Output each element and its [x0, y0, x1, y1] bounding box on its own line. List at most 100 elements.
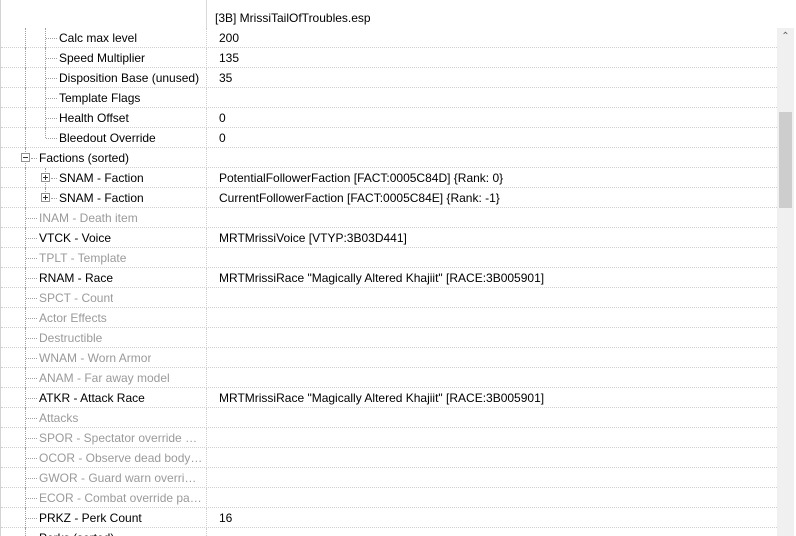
- table-row[interactable]: Template Flags: [1, 88, 777, 108]
- table-row[interactable]: SNAM - Faction PotentialFollowerFaction […: [1, 168, 777, 188]
- field-name-label: SNAM - Faction: [59, 171, 144, 185]
- field-value[interactable]: PotentialFollowerFaction [FACT:0005C84D]…: [219, 168, 503, 188]
- tree-guide-line: [25, 528, 26, 536]
- tree-guide-line: [26, 398, 37, 399]
- tree-guide-line: [26, 478, 37, 479]
- tree-guide-line: [26, 278, 37, 279]
- field-name-cell: INAM - Death item: [1, 208, 207, 228]
- table-row[interactable]: Disposition Base (unused) 35: [1, 68, 777, 88]
- table-row[interactable]: RNAM - Race MRTMrissiRace "Magically Alte…: [1, 268, 777, 288]
- table-row[interactable]: ECOR - Combat override pac...: [1, 488, 777, 508]
- expand-plus-icon[interactable]: [41, 193, 50, 202]
- field-name-label: OCOR - Observe dead body ...: [39, 451, 203, 465]
- table-row[interactable]: SNAM - Faction CurrentFollowerFaction [FA…: [1, 188, 777, 208]
- field-name-cell: Health Offset: [1, 108, 207, 128]
- field-value[interactable]: 200: [219, 28, 239, 48]
- field-name-cell: Attacks: [1, 408, 207, 428]
- field-name-cell: TPLT - Template: [1, 248, 207, 268]
- field-name-cell: WNAM - Worn Armor: [1, 348, 207, 368]
- field-name-cell: SNAM - Faction: [1, 188, 207, 208]
- tree-guide-line: [31, 158, 37, 159]
- field-name-cell: Actor Effects: [1, 308, 207, 328]
- field-name-cell: Factions (sorted): [1, 148, 207, 168]
- table-row[interactable]: Actor Effects: [1, 308, 777, 328]
- field-name-cell: Template Flags: [1, 88, 207, 108]
- tree-guide-line: [46, 138, 57, 139]
- table-row[interactable]: OCOR - Observe dead body ...: [1, 448, 777, 468]
- table-row[interactable]: Bleedout Override 0: [1, 128, 777, 148]
- tree-guide-line: [51, 178, 57, 179]
- field-value[interactable]: 0: [219, 108, 226, 128]
- table-row[interactable]: Perks (sorted): [1, 528, 777, 536]
- tree-guide-line: [26, 298, 37, 299]
- field-name-label: PRKZ - Perk Count: [39, 511, 142, 525]
- field-name-cell: PRKZ - Perk Count: [1, 508, 207, 528]
- plugin-column-title[interactable]: [3B] MrissiTailOfTroubles.esp: [215, 11, 371, 25]
- table-row[interactable]: INAM - Death item: [1, 208, 777, 228]
- table-row[interactable]: Speed Multiplier 135: [1, 48, 777, 68]
- table-row[interactable]: Health Offset 0: [1, 108, 777, 128]
- tree-guide-line: [26, 438, 37, 439]
- tree-guide-line: [46, 98, 57, 99]
- field-name-label: Destructible: [39, 331, 103, 345]
- field-name-cell: ANAM - Far away model: [1, 368, 207, 388]
- record-tree: Calc max level 200 Speed Multiplier 135 Disp…: [1, 28, 777, 536]
- field-name-label: SPOR - Spectator override pa...: [39, 431, 203, 445]
- field-name-label: ANAM - Far away model: [39, 371, 170, 385]
- scroll-up-arrow-icon[interactable]: ⌃: [777, 28, 794, 45]
- collapse-minus-icon[interactable]: [21, 153, 30, 162]
- table-row[interactable]: WNAM - Worn Armor: [1, 348, 777, 368]
- tree-guide-line: [25, 128, 26, 148]
- tree-guide-line: [51, 198, 57, 199]
- tree-guide-line: [25, 28, 26, 48]
- field-value[interactable]: MRTMrissiRace "Magically Altered Khajiit…: [219, 268, 544, 288]
- table-row[interactable]: GWOR - Guard warn override...: [1, 468, 777, 488]
- field-name-label: ATKR - Attack Race: [39, 391, 145, 405]
- tree-guide-line: [25, 68, 26, 88]
- tree-guide-line: [46, 58, 57, 59]
- field-name-cell: Disposition Base (unused): [1, 68, 207, 88]
- field-name-label: Speed Multiplier: [59, 51, 146, 65]
- field-value[interactable]: MRTMrissiRace "Magically Altered Khajiit…: [219, 388, 544, 408]
- field-name-label: INAM - Death item: [39, 211, 138, 225]
- vertical-scrollbar[interactable]: ⌃: [777, 28, 794, 536]
- table-row[interactable]: Destructible: [1, 328, 777, 348]
- tree-guide-line: [46, 118, 57, 119]
- scroll-thumb[interactable]: [779, 112, 792, 208]
- table-row[interactable]: ANAM - Far away model: [1, 368, 777, 388]
- field-name-label: WNAM - Worn Armor: [39, 351, 152, 365]
- field-value[interactable]: 35: [219, 68, 232, 88]
- table-row[interactable]: SPOR - Spectator override pa...: [1, 428, 777, 448]
- field-name-cell: ECOR - Combat override pac...: [1, 488, 207, 508]
- field-name-label: RNAM - Race: [39, 271, 114, 285]
- field-value[interactable]: 0: [219, 128, 226, 148]
- field-name-label: Perks (sorted): [39, 528, 114, 536]
- table-row[interactable]: ATKR - Attack Race MRTMrissiRace "Magical…: [1, 388, 777, 408]
- table-row[interactable]: TPLT - Template: [1, 248, 777, 268]
- table-row[interactable]: VTCK - Voice MRTMrissiVoice [VTYP:3B03D44…: [1, 228, 777, 248]
- field-name-cell: SPOR - Spectator override pa...: [1, 428, 207, 448]
- field-name-cell: SNAM - Faction: [1, 168, 207, 188]
- expand-plus-icon[interactable]: [41, 173, 50, 182]
- column-header: [3B] MrissiTailOfTroubles.esp: [1, 0, 777, 28]
- table-row[interactable]: SPCT - Count: [1, 288, 777, 308]
- field-value[interactable]: MRTMrissiVoice [VTYP:3B03D441]: [219, 228, 407, 248]
- field-name-label: GWOR - Guard warn override...: [39, 471, 203, 485]
- field-value[interactable]: CurrentFollowerFaction [FACT:0005C84E] {…: [219, 188, 500, 208]
- tree-guide-line: [26, 238, 37, 239]
- field-value[interactable]: 135: [219, 48, 239, 68]
- table-row[interactable]: Attacks: [1, 408, 777, 428]
- tree-guide-line: [26, 458, 37, 459]
- field-name-cell: VTCK - Voice: [1, 228, 207, 248]
- table-row[interactable]: PRKZ - Perk Count 16: [1, 508, 777, 528]
- tree-guide-line: [26, 498, 37, 499]
- table-row[interactable]: Factions (sorted): [1, 148, 777, 168]
- field-name-cell: Perks (sorted): [1, 528, 207, 536]
- field-name-label: Actor Effects: [39, 311, 107, 325]
- tree-guide-line: [46, 38, 57, 39]
- field-name-label: VTCK - Voice: [39, 231, 112, 245]
- field-name-label: SNAM - Faction: [59, 191, 144, 205]
- tree-guide-line: [26, 518, 37, 519]
- field-value[interactable]: 16: [219, 508, 232, 528]
- table-row[interactable]: Calc max level 200: [1, 28, 777, 48]
